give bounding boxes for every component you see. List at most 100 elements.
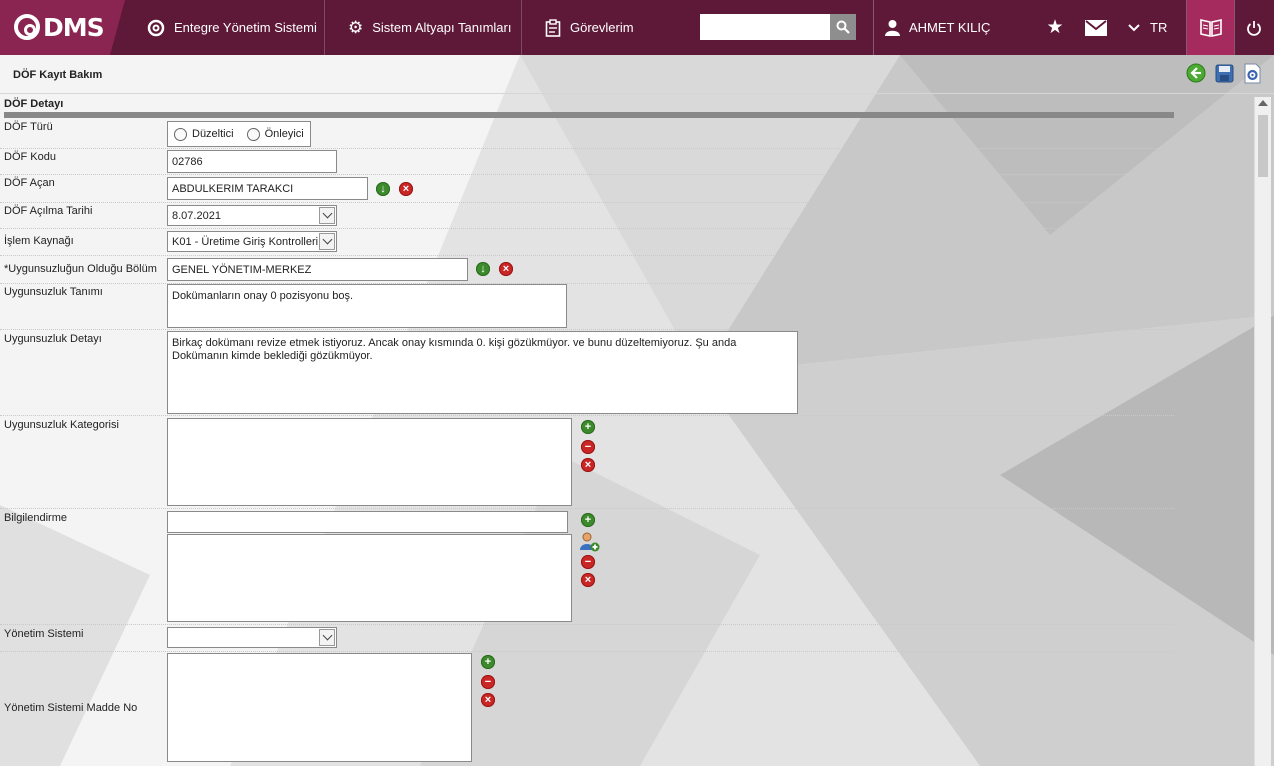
gear-icon: ⚙ [348, 18, 364, 37]
save-icon [1215, 64, 1233, 82]
divider [0, 624, 1174, 625]
search-icon [836, 20, 850, 34]
search-input[interactable] [700, 14, 830, 40]
radio-label: Önleyici [264, 128, 304, 140]
uygunsuzlugun-oldugu-bolum-label: *Uygunsuzluğun Olduğu Bölüm [4, 263, 157, 275]
mail-icon [1085, 19, 1107, 36]
divider [1234, 0, 1235, 55]
close-icon: × [402, 182, 410, 195]
close-icon: × [484, 693, 492, 706]
nav-gorevlerim[interactable]: Görevlerim [522, 0, 658, 55]
islem-kaynagi-select[interactable]: K01 - Üretime Giriş Kontrolleri [167, 231, 337, 252]
chevron-down-icon [1128, 23, 1140, 31]
uygunsuzluk-kategorisi-label: Uygunsuzluk Kategorisi [4, 419, 119, 431]
app-logo[interactable]: DMS [0, 0, 125, 55]
scrollbar-thumb[interactable] [1258, 115, 1268, 177]
nav-label: Sistem Altyapı Tanımları [372, 20, 512, 35]
clear-dof-acan-button[interactable]: × [399, 182, 413, 196]
clipboard-icon [545, 18, 561, 37]
document-settings-icon [1244, 63, 1260, 83]
close-icon: × [584, 573, 592, 586]
remove-madde-button[interactable]: − [481, 675, 495, 689]
select-bolum-button[interactable]: ↓ [476, 262, 490, 276]
radio-onleyici[interactable] [246, 127, 260, 141]
power-icon [1247, 20, 1261, 36]
islem-kaynagi-label: İşlem Kaynağı [4, 235, 74, 247]
settings-button[interactable] [1241, 62, 1263, 84]
clear-kategori-button[interactable]: × [581, 458, 595, 472]
chevron-down-icon[interactable] [319, 207, 335, 224]
divider [0, 415, 1174, 416]
back-button[interactable] [1185, 62, 1207, 84]
dof-kodu-label: DÖF Kodu [4, 151, 56, 163]
dof-kodu-field[interactable]: 02786 [167, 150, 337, 173]
remove-kategori-button[interactable]: − [581, 440, 595, 454]
search-button[interactable] [830, 14, 856, 40]
language-selector[interactable]: TR [1128, 0, 1167, 55]
nav-entegre-yonetim-sistemi[interactable]: Entegre Yönetim Sistemi [124, 0, 325, 55]
divider [0, 508, 1174, 509]
textarea-line: Dokümanın kimde beklediği gözükmüyor. [172, 350, 373, 362]
select-dof-acan-button[interactable]: ↓ [376, 182, 390, 196]
messages-button[interactable] [1084, 0, 1108, 55]
divider [0, 255, 1174, 256]
add-kategori-button[interactable]: + [581, 420, 595, 434]
dof-turu-label: DÖF Türü [4, 121, 53, 133]
uygunsuzluk-tanimi-textarea[interactable]: Dokümanların onay 0 pozisyonu boş. [167, 284, 567, 328]
add-bilgilendirme-button[interactable]: + [581, 513, 595, 527]
bilgilendirme-list[interactable] [167, 534, 572, 622]
arrow-down-icon: ↓ [480, 262, 486, 275]
bilgilendirme-input[interactable] [167, 511, 568, 533]
dof-turu-radio-group: Düzeltici Önleyici [167, 121, 311, 147]
main-content: DÖF Kayıt Bakım DÖF Detayı DÖF Türü Düze… [0, 55, 1274, 766]
plus-icon: + [484, 655, 492, 668]
uygunsuzluk-detayi-textarea[interactable]: Birkaç dokümanı revize etmek istiyoruz. … [167, 331, 798, 414]
user-menu[interactable]: AHMET KILIÇ [884, 0, 990, 55]
arrow-down-icon: ↓ [380, 182, 386, 195]
book-icon [1199, 18, 1222, 37]
uygunsuzluk-kategorisi-list[interactable] [167, 418, 572, 506]
logout-button[interactable] [1240, 0, 1268, 55]
add-user-button[interactable] [580, 532, 600, 552]
scroll-up-arrow-icon[interactable] [1258, 100, 1268, 106]
add-madde-button[interactable]: + [481, 655, 495, 669]
minus-icon: − [584, 555, 592, 568]
uygunsuzluk-detayi-label: Uygunsuzluk Detayı [4, 333, 102, 345]
clear-bolum-button[interactable]: × [499, 262, 513, 276]
clear-bilgilendirme-button[interactable]: × [581, 573, 595, 587]
chevron-down-icon[interactable] [319, 629, 335, 646]
user-icon [885, 20, 900, 36]
radio-duzeltici[interactable] [174, 127, 187, 141]
divider [0, 174, 1174, 175]
language-code: TR [1150, 20, 1168, 35]
save-button[interactable] [1213, 62, 1235, 84]
favorites-button[interactable]: ★ [1043, 0, 1067, 55]
chevron-down-icon[interactable] [319, 233, 335, 250]
remove-bilgilendirme-button[interactable]: − [581, 555, 595, 569]
uygunsuzlugun-oldugu-bolum-field[interactable]: GENEL YÖNETIM-MERKEZ [167, 258, 468, 281]
star-icon: ★ [1046, 17, 1064, 38]
logo-text: DMS [43, 13, 105, 42]
uygunsuzluk-tanimi-label: Uygunsuzluk Tanımı [4, 286, 103, 298]
section-divider-bar [4, 112, 1174, 118]
radio-label: Düzeltici [192, 128, 234, 140]
nav-sistem-altyapi-tanimlari[interactable]: ⚙ Sistem Altyapı Tanımları [325, 0, 522, 55]
yonetim-sistemi-label: Yönetim Sistemi [4, 628, 84, 640]
divider [0, 202, 1174, 203]
top-navigation-bar: DMS Entegre Yönetim Sistemi ⚙ Sistem Alt… [0, 0, 1274, 55]
vertical-scrollbar[interactable] [1254, 97, 1271, 766]
yonetim-sistemi-madde-no-list[interactable] [167, 653, 472, 762]
section-title: DÖF Detayı [4, 98, 64, 110]
dof-acan-field[interactable]: ABDULKERIM TARAKCI [167, 177, 368, 200]
minus-icon: − [584, 440, 592, 453]
back-arrow-icon [1186, 63, 1206, 83]
guide-book-button[interactable] [1187, 0, 1234, 55]
dof-acilma-tarihi-label: DÖF Açılma Tarihi [4, 205, 93, 217]
yonetim-sistemi-madde-no-label: Yönetim Sistemi Madde No [4, 702, 138, 714]
divider [0, 228, 1174, 229]
textarea-line: Birkaç dokümanı revize etmek istiyoruz. … [172, 337, 737, 349]
dof-acilma-tarihi-select[interactable]: 8.07.2021 [167, 205, 337, 226]
clear-madde-button[interactable]: × [481, 693, 495, 707]
yonetim-sistemi-select[interactable] [167, 627, 337, 648]
close-icon: × [584, 458, 592, 471]
